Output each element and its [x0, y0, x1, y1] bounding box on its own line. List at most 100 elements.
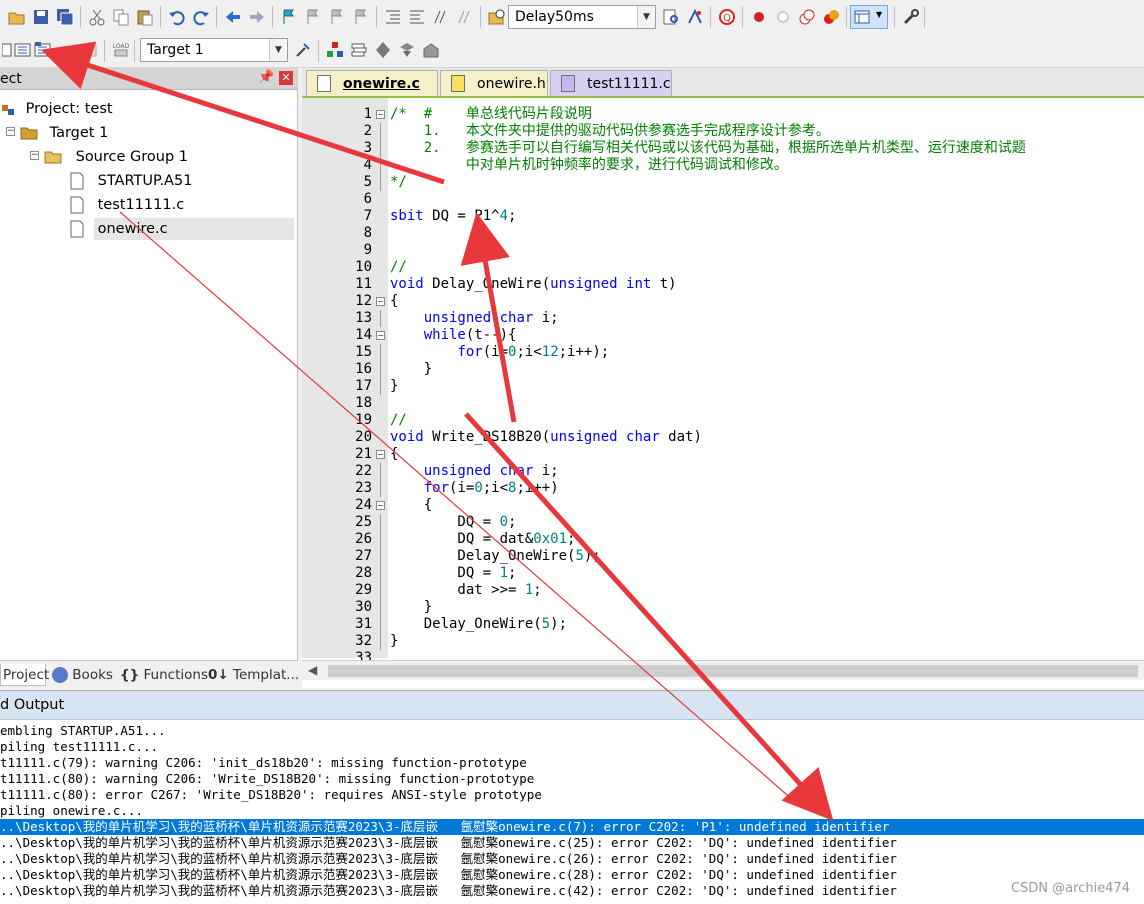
function-combo[interactable]: Delay50ms ▼	[508, 5, 656, 29]
output-line[interactable]: ..\Desktop\我的单片机学习\我的蓝桥杯\单片机资源示范赛2023\3-…	[0, 851, 1144, 867]
code-line[interactable]: }	[390, 378, 398, 395]
collapse-icon[interactable]: −	[6, 127, 15, 136]
next-bookmark-icon[interactable]	[328, 8, 346, 26]
code-line[interactable]: sbit DQ = P1^4;	[390, 208, 516, 225]
code-line[interactable]: Delay_OneWire(5);	[390, 616, 567, 633]
undo-icon[interactable]	[168, 8, 186, 26]
paste-icon[interactable]	[136, 8, 154, 26]
code-line[interactable]: }	[390, 599, 432, 616]
output-line[interactable]: t11111.c(79): warning C206: 'init_ds18b2…	[0, 755, 1144, 771]
unindent-icon[interactable]	[408, 8, 426, 26]
redo-icon[interactable]	[192, 8, 210, 26]
select-packs-icon[interactable]	[374, 41, 392, 59]
code-line[interactable]: for(i=0;i<8;i++)	[390, 480, 559, 497]
code-line[interactable]: 中对单片机时钟频率的要求，进行代码调试和修改。	[390, 157, 788, 174]
target-combo[interactable]: Target 1 ▼	[140, 38, 288, 62]
output-line[interactable]: ..\Desktop\我的单片机学习\我的蓝桥杯\单片机资源示范赛2023\3-…	[0, 835, 1144, 851]
tab-templates[interactable]: 0↓ Templat...	[208, 664, 299, 686]
code-line[interactable]: DQ = 0;	[390, 514, 516, 531]
pin-icon[interactable]: 📌	[258, 70, 274, 85]
fold-toggle-icon[interactable]: −	[376, 331, 385, 340]
code-line[interactable]: Delay_OneWire(5);	[390, 548, 600, 565]
code-line[interactable]: //	[390, 259, 407, 276]
code-line[interactable]: DQ = 1;	[390, 565, 516, 582]
tree-item-source-group[interactable]: Source Group 1	[44, 146, 188, 168]
code-line[interactable]: DQ = dat&0x01;	[390, 531, 575, 548]
output-line[interactable]: ..\Desktop\我的单片机学习\我的蓝桥杯\单片机资源示范赛2023\3-…	[0, 883, 1144, 899]
code-line[interactable]: unsigned char i;	[390, 310, 559, 327]
editor-tab-test11111-c[interactable]: test11111.c	[550, 70, 672, 96]
output-line[interactable]: embling STARTUP.A51...	[0, 723, 1144, 739]
horizontal-scrollbar[interactable]: ◀	[302, 660, 1144, 680]
fold-toggle-icon[interactable]: −	[376, 110, 385, 119]
download-icon[interactable]: LOAD	[112, 41, 130, 59]
nav-forward-icon[interactable]	[248, 8, 266, 26]
fold-toggle-icon[interactable]: −	[376, 297, 385, 306]
tree-item-file[interactable]: STARTUP.A51	[70, 170, 192, 192]
target-options-icon[interactable]	[294, 41, 312, 59]
editor-tab-onewire-h[interactable]: onewire.h	[440, 70, 548, 96]
file-extensions-icon[interactable]	[350, 41, 368, 59]
code-line[interactable]: 1. 本文件夹中提供的驱动代码供参赛选手完成程序设计参考。	[390, 123, 830, 140]
copy-icon[interactable]	[112, 8, 130, 26]
output-line[interactable]: t11111.c(80): error C267: 'Write_DS18B20…	[0, 787, 1144, 803]
tree-item-file-selected[interactable]: onewire.c	[70, 218, 168, 240]
open-folder-icon[interactable]	[8, 8, 26, 26]
fold-toggle-icon[interactable]: −	[376, 450, 385, 459]
tab-functions[interactable]: {} Functions	[120, 664, 208, 686]
window-layout-button[interactable]: ▼	[850, 5, 888, 29]
code-line[interactable]: //	[390, 412, 407, 429]
scrollbar-thumb[interactable]	[328, 665, 1138, 677]
scroll-left-icon[interactable]: ◀	[308, 663, 317, 677]
rebuild-icon[interactable]	[34, 41, 52, 59]
disable-breakpoint-icon[interactable]	[774, 8, 792, 26]
find-icon[interactable]	[662, 8, 680, 26]
manage-project-items-icon[interactable]	[326, 41, 344, 59]
configure-icon[interactable]	[902, 8, 920, 26]
bookmark-icon[interactable]	[280, 8, 298, 26]
find-in-files-icon[interactable]	[488, 8, 506, 26]
code-line[interactable]: /* # 单总线代码片段说明	[390, 106, 592, 123]
fold-toggle-icon[interactable]: −	[376, 501, 385, 510]
tab-project[interactable]: Project	[0, 664, 49, 686]
code-line[interactable]: unsigned char i;	[390, 463, 559, 480]
nav-back-icon[interactable]	[224, 8, 242, 26]
code-line[interactable]: */	[390, 174, 407, 191]
run-time-env-icon[interactable]	[422, 41, 440, 59]
incremental-find-icon[interactable]	[686, 8, 704, 26]
tree-item-target[interactable]: Target 1	[20, 122, 108, 144]
tree-item-project[interactable]: Project: test	[0, 98, 113, 120]
kill-all-breakpoints-icon[interactable]	[822, 8, 840, 26]
breakpoint-icon[interactable]	[750, 8, 768, 26]
close-icon[interactable]: ✕	[279, 71, 293, 85]
output-line-selected[interactable]: ..\Desktop\我的单片机学习\我的蓝桥杯\单片机资源示范赛2023\3-…	[0, 819, 1144, 835]
clear-bookmarks-icon[interactable]	[352, 8, 370, 26]
collapse-icon[interactable]: −	[30, 151, 39, 160]
code-line[interactable]: {	[390, 497, 432, 514]
translate-icon[interactable]	[2, 41, 12, 59]
save-icon[interactable]	[32, 8, 50, 26]
debug-icon[interactable]: Q	[718, 8, 736, 26]
chevron-down-icon[interactable]: ▼	[637, 6, 655, 28]
editor-tab-onewire-c[interactable]: onewire.c	[306, 70, 438, 96]
chevron-down-icon[interactable]: ▼	[269, 39, 287, 61]
output-line[interactable]: piling onewire.c...	[0, 803, 1144, 819]
code-area[interactable]: /* # 单总线代码片段说明 1. 本文件夹中提供的驱动代码供参赛选手完成程序设…	[388, 98, 1144, 658]
output-line[interactable]: ..\Desktop\我的单片机学习\我的蓝桥杯\单片机资源示范赛2023\3-…	[0, 867, 1144, 883]
code-line[interactable]: {	[390, 446, 398, 463]
indent-icon[interactable]	[384, 8, 402, 26]
output-line[interactable]: piling test11111.c...	[0, 739, 1144, 755]
uncomment-icon[interactable]	[456, 8, 474, 26]
code-line[interactable]: }	[390, 361, 432, 378]
prev-bookmark-icon[interactable]	[304, 8, 322, 26]
comment-icon[interactable]	[432, 8, 450, 26]
stop-build-icon[interactable]	[80, 41, 98, 59]
cut-icon[interactable]	[88, 8, 106, 26]
build-icon[interactable]	[14, 41, 32, 59]
code-line[interactable]: 2. 参赛选手可以自行编写相关代码或以该代码为基础，根据所选单片机类型、运行速度…	[390, 140, 1026, 157]
code-line[interactable]: while(t--){	[390, 327, 517, 344]
tree-item-file[interactable]: test11111.c	[70, 194, 184, 216]
code-line[interactable]: dat >>= 1;	[390, 582, 541, 599]
save-all-icon[interactable]	[56, 8, 74, 26]
output-line[interactable]: t11111.c(80): warning C206: 'Write_DS18B…	[0, 771, 1144, 787]
